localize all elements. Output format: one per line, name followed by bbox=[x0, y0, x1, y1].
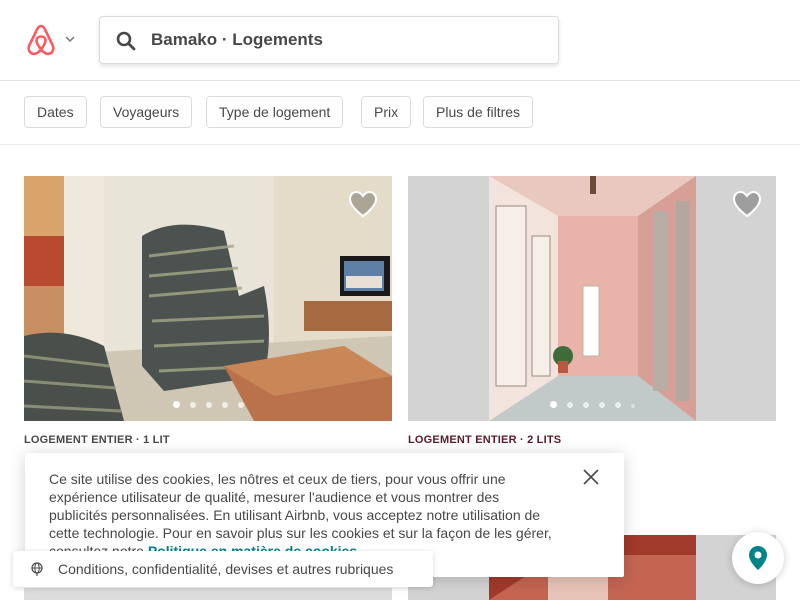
filter-dates-button[interactable]: Dates bbox=[24, 96, 87, 128]
map-pin-icon bbox=[749, 546, 767, 570]
search-query-text: Bamako · Logements bbox=[151, 30, 323, 49]
listing-photo-partial[interactable] bbox=[24, 588, 392, 600]
carousel-dot[interactable] bbox=[237, 402, 244, 408]
listing-photo[interactable] bbox=[24, 176, 392, 421]
filter-guests-button[interactable]: Voyageurs bbox=[100, 96, 193, 128]
photo-carousel-dots bbox=[408, 395, 776, 413]
carousel-dot[interactable] bbox=[189, 402, 196, 408]
airbnb-logo-icon[interactable] bbox=[26, 24, 56, 56]
show-map-button[interactable] bbox=[732, 532, 784, 584]
carousel-dot[interactable] bbox=[582, 402, 589, 408]
filter-home-type-button[interactable]: Type de logement bbox=[206, 96, 344, 128]
carousel-dot[interactable] bbox=[598, 402, 605, 408]
carousel-dot[interactable] bbox=[566, 402, 573, 408]
photo-carousel-dots bbox=[24, 395, 392, 413]
carousel-dot[interactable] bbox=[549, 401, 557, 408]
globe-icon bbox=[31, 562, 43, 576]
living-room-photo bbox=[24, 176, 392, 421]
heart-icon[interactable] bbox=[348, 190, 378, 218]
search-bar[interactable]: Bamako · Logements bbox=[99, 16, 559, 64]
listing-photo[interactable] bbox=[408, 176, 776, 421]
hallway-photo bbox=[408, 176, 776, 421]
close-icon[interactable] bbox=[582, 468, 600, 486]
cookie-banner-text: Ce site utilise des cookies, les nôtres … bbox=[49, 470, 559, 560]
footer-links-label: Conditions, confidentialité, devises et … bbox=[58, 561, 394, 577]
carousel-dot[interactable] bbox=[221, 402, 228, 408]
filter-price-button[interactable]: Prix bbox=[361, 96, 412, 128]
listing-type-label: LOGEMENT ENTIER · 2 LITS bbox=[408, 434, 562, 446]
filter-bar: Dates Voyageurs Type de logement Prix Pl… bbox=[0, 81, 800, 145]
filter-more-button[interactable]: Plus de filtres bbox=[423, 96, 534, 128]
chevron-down-icon[interactable] bbox=[64, 33, 76, 45]
listing-card[interactable]: LOGEMENT ENTIER · 2 LITS bbox=[408, 176, 776, 446]
carousel-dot[interactable] bbox=[205, 402, 212, 408]
search-icon bbox=[116, 31, 136, 51]
carousel-dot[interactable] bbox=[172, 401, 180, 408]
listing-card[interactable]: LOGEMENT ENTIER · 1 LIT bbox=[24, 176, 392, 446]
carousel-dot[interactable] bbox=[614, 402, 621, 408]
listing-type-label: LOGEMENT ENTIER · 1 LIT bbox=[24, 434, 170, 446]
footer-links-button[interactable]: Conditions, confidentialité, devises et … bbox=[13, 551, 433, 587]
top-bar: Bamako · Logements bbox=[0, 0, 800, 81]
heart-icon[interactable] bbox=[732, 190, 762, 218]
carousel-dot[interactable] bbox=[630, 404, 635, 408]
